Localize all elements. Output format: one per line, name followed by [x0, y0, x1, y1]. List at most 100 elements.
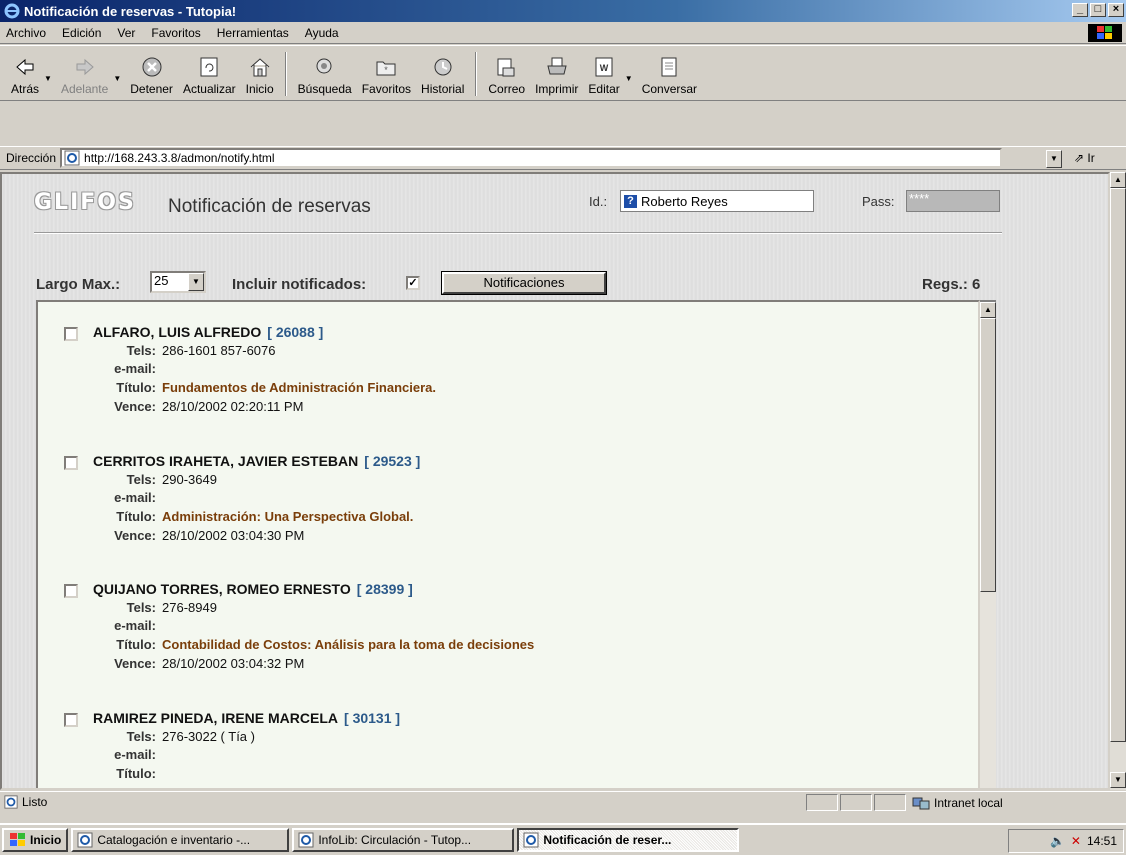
patron-code: [ 30131 ]: [344, 710, 401, 726]
start-label: Inicio: [30, 833, 62, 847]
home-icon: [250, 58, 269, 77]
include-notified-checkbox[interactable]: ✓: [406, 276, 420, 290]
scroll-up-arrow-icon[interactable]: ▲: [980, 302, 996, 318]
address-input[interactable]: http://168.243.3.8/admon/notify.html: [60, 148, 1003, 168]
back-dropdown-icon[interactable]: ▼: [44, 74, 52, 83]
ie-page-icon: [64, 150, 80, 166]
title-label: Título:: [116, 766, 156, 781]
back-arrow-icon: [16, 58, 34, 76]
status-bar: Listo Intranet local: [0, 791, 1126, 811]
svg-text:*: *: [385, 65, 389, 75]
tels-label: Tels:: [126, 600, 156, 615]
word-edit-icon: W: [595, 57, 613, 77]
email-label: e-mail:: [114, 618, 156, 633]
include-notified-label: Incluir notificados:: [232, 276, 367, 293]
due-label: Vence:: [114, 656, 156, 671]
select-checkbox[interactable]: [64, 713, 78, 727]
due-value: 28/10/2002 03:04:32 PM: [162, 656, 305, 671]
id-input[interactable]: ? Roberto Reyes: [620, 190, 814, 212]
ie-icon: [523, 832, 539, 848]
id-value: Roberto Reyes: [641, 193, 728, 209]
menu-edicion[interactable]: Edición: [54, 26, 109, 40]
svg-text:W: W: [600, 63, 609, 73]
favorites-button[interactable]: * Favoritos: [357, 48, 416, 100]
title-label: Título:: [116, 380, 156, 395]
go-button[interactable]: ⇗ Ir: [1074, 151, 1095, 165]
patron-code: [ 29523 ]: [364, 453, 421, 469]
favorites-folder-icon: *: [376, 61, 396, 76]
mail-button[interactable]: Correo: [483, 48, 530, 100]
start-button[interactable]: Inicio: [2, 828, 69, 852]
notifications-button[interactable]: Notificaciones: [441, 271, 607, 295]
taskbar-item-active[interactable]: Notificación de reser...: [517, 828, 740, 852]
stop-button[interactable]: Detener: [125, 48, 178, 100]
id-label: Id.:: [589, 194, 608, 209]
history-button[interactable]: Historial: [416, 48, 469, 100]
mail-icon: [497, 58, 515, 77]
select-checkbox[interactable]: [64, 456, 78, 470]
patron-name: QUIJANO TORRES, ROMEO ERNESTO: [93, 581, 351, 597]
volume-icon[interactable]: 🔈: [1050, 834, 1065, 848]
refresh-button[interactable]: Actualizar: [178, 48, 241, 100]
system-tray: 🔈 ✕ 14:51: [1008, 829, 1124, 853]
home-button[interactable]: Inicio: [241, 48, 279, 100]
max-length-select[interactable]: 25 ▼: [150, 271, 206, 293]
glifos-logo: GLIFOS: [34, 190, 136, 215]
tels-label: Tels:: [126, 729, 156, 744]
toolbar-separator: [475, 52, 478, 96]
ie-page-icon: [4, 794, 18, 809]
help-icon[interactable]: ?: [623, 193, 638, 209]
patron-code: [ 28399 ]: [356, 581, 413, 597]
ie-icon: [77, 832, 93, 848]
maximize-button[interactable]: □: [1090, 3, 1106, 17]
status-cell: [874, 794, 906, 811]
ie-icon: [4, 3, 20, 19]
search-button[interactable]: Búsqueda: [293, 48, 357, 100]
edit-button[interactable]: W Editar: [583, 48, 624, 100]
title-label: Título:: [116, 637, 156, 652]
menu-archivo[interactable]: Archivo: [0, 26, 54, 40]
taskbar-item[interactable]: InfoLib: Circulación - Tutop...: [292, 828, 515, 852]
discuss-button[interactable]: Conversar: [637, 48, 702, 100]
menu-ver[interactable]: Ver: [109, 26, 143, 40]
page-scrollbar[interactable]: ▲ ▼: [1110, 172, 1126, 790]
minimize-button[interactable]: _: [1072, 3, 1088, 17]
toolbar-separator: [284, 52, 287, 96]
pass-input[interactable]: ****: [906, 190, 1000, 212]
forward-button[interactable]: Adelante: [56, 48, 113, 100]
patron-code: [ 26088 ]: [267, 324, 324, 340]
scroll-up-arrow-icon[interactable]: ▲: [1110, 172, 1126, 188]
chevron-down-icon[interactable]: ▼: [188, 273, 204, 291]
reservations-list[interactable]: ALFARO, LUIS ALFREDO [ 26088 ] Tels: 286-1…: [36, 300, 980, 788]
page-title: Notificación de reservas: [168, 196, 371, 217]
header-divider: [34, 232, 1002, 234]
scroll-down-arrow-icon[interactable]: ▼: [1110, 772, 1126, 788]
list-scroll-thumb[interactable]: [980, 318, 996, 592]
select-checkbox[interactable]: [64, 584, 78, 598]
print-button[interactable]: Imprimir: [530, 48, 583, 100]
page-scroll-thumb[interactable]: [1110, 188, 1126, 742]
clock: 14:51: [1086, 834, 1117, 848]
toolbar: Atrás ▼ Adelante ▼ Detener Actualizar In…: [0, 45, 1126, 101]
forward-dropdown-icon[interactable]: ▼: [113, 74, 121, 83]
email-label: e-mail:: [114, 490, 156, 505]
menu-ayuda[interactable]: Ayuda: [297, 26, 347, 40]
window-titlebar: Notificación de reservas - Tutopia! _ □ …: [0, 0, 1126, 22]
edit-dropdown-icon[interactable]: ▼: [625, 74, 633, 83]
menubar: Archivo Edición Ver Favoritos Herramient…: [0, 22, 1126, 44]
close-button[interactable]: ×: [1108, 3, 1124, 17]
email-label: e-mail:: [114, 361, 156, 376]
select-checkbox[interactable]: [64, 327, 78, 341]
refresh-icon: [200, 57, 218, 77]
patron-name: RAMIREZ PINEDA, IRENE MARCELA: [93, 710, 339, 726]
title-label: Título:: [116, 509, 156, 524]
intranet-zone-icon: [912, 797, 930, 809]
menu-herramientas[interactable]: Herramientas: [209, 26, 297, 40]
list-scrollbar[interactable]: ▲: [980, 300, 996, 788]
status-cell: [806, 794, 838, 811]
network-icon[interactable]: ✕: [1071, 834, 1081, 848]
menu-favoritos[interactable]: Favoritos: [143, 26, 208, 40]
taskbar-item[interactable]: Catalogación e inventario -...: [71, 828, 290, 852]
address-dropdown-icon[interactable]: ▼: [1046, 150, 1062, 168]
back-button[interactable]: Atrás: [6, 48, 44, 100]
